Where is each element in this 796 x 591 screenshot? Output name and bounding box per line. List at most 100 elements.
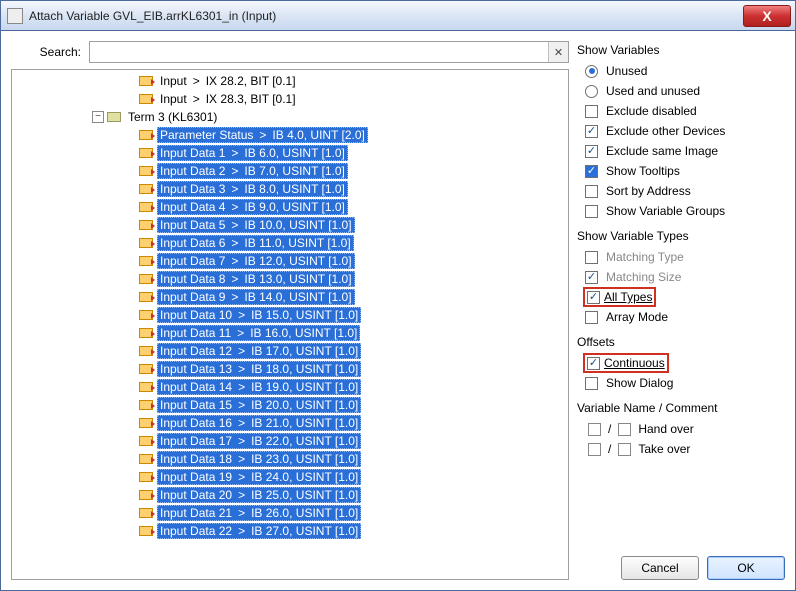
tree-item-label: Input Data 18>IB 23.0, USINT [1.0] — [157, 451, 361, 467]
search-input[interactable] — [90, 42, 548, 62]
variable-icon — [139, 274, 153, 284]
tree-item-label: Input Data 14>IB 19.0, USINT [1.0] — [157, 379, 361, 395]
tree-item-label: Input Data 6>IB 11.0, USINT [1.0] — [157, 235, 354, 251]
close-button[interactable]: X — [743, 5, 791, 27]
opt-take-over[interactable]: / Take over — [577, 439, 785, 459]
opt-unused[interactable]: Unused — [577, 61, 785, 81]
opt-sort-by-address[interactable]: Sort by Address — [577, 181, 785, 201]
tree-item-label: Input Data 8>IB 13.0, USINT [1.0] — [157, 271, 355, 287]
variable-icon — [139, 202, 153, 212]
redbox-highlight: Continuous — [583, 353, 669, 373]
tree-item-label: Input Data 15>IB 20.0, USINT [1.0] — [157, 397, 361, 413]
tree-item[interactable]: Input Data 15>IB 20.0, USINT [1.0] — [12, 396, 568, 414]
tree-item[interactable]: Input Data 13>IB 18.0, USINT [1.0] — [12, 360, 568, 378]
dialog-body: Search: ✕ Input>IX 28.2, BIT [0.1]Input>… — [1, 31, 795, 590]
search-input-wrap: ✕ — [89, 41, 569, 63]
variable-icon — [139, 310, 153, 320]
tree-item-label: Input>IX 28.2, BIT [0.1] — [157, 74, 299, 88]
tree-item[interactable]: Input Data 18>IB 23.0, USINT [1.0] — [12, 450, 568, 468]
tree-item-label: Input Data 3>IB 8.0, USINT [1.0] — [157, 181, 348, 197]
tree-item[interactable]: Input Data 11>IB 16.0, USINT [1.0] — [12, 324, 568, 342]
opt-matching-size: Matching Size — [577, 267, 785, 287]
tree-item[interactable]: Input Data 10>IB 15.0, USINT [1.0] — [12, 306, 568, 324]
tree-item[interactable]: Input Data 22>IB 27.0, USINT [1.0] — [12, 522, 568, 540]
tree-item-label: Input Data 12>IB 17.0, USINT [1.0] — [157, 343, 361, 359]
tree-item[interactable]: Input>IX 28.3, BIT [0.1] — [12, 90, 568, 108]
tree-item[interactable]: Input Data 5>IB 10.0, USINT [1.0] — [12, 216, 568, 234]
checkbox-icon — [618, 443, 631, 456]
expander-icon[interactable]: − — [92, 111, 104, 123]
variable-icon — [139, 94, 153, 104]
variable-icon — [139, 400, 153, 410]
opt-continuous[interactable]: Continuous — [577, 353, 785, 373]
opt-hand-over[interactable]: / Hand over — [577, 419, 785, 439]
checkbox-icon — [585, 125, 598, 138]
ok-button[interactable]: OK — [707, 556, 785, 580]
opt-exclude-other-devices[interactable]: Exclude other Devices — [577, 121, 785, 141]
window-title: Attach Variable GVL_EIB.arrKL6301_in (In… — [29, 9, 743, 23]
offsets-title: Offsets — [577, 335, 785, 349]
opt-show-variable-groups[interactable]: Show Variable Groups — [577, 201, 785, 221]
checkbox-icon — [585, 377, 598, 390]
opt-show-tooltips[interactable]: Show Tooltips — [577, 161, 785, 181]
checkbox-icon — [588, 443, 601, 456]
tree-item-label: Input Data 20>IB 25.0, USINT [1.0] — [157, 487, 361, 503]
tree-item[interactable]: Input Data 6>IB 11.0, USINT [1.0] — [12, 234, 568, 252]
opt-used-unused[interactable]: Used and unused — [577, 81, 785, 101]
checkbox-icon — [585, 165, 598, 178]
tree-item-label: Input Data 5>IB 10.0, USINT [1.0] — [157, 217, 355, 233]
tree-item[interactable]: Input Data 1>IB 6.0, USINT [1.0] — [12, 144, 568, 162]
tree-item[interactable]: Input Data 14>IB 19.0, USINT [1.0] — [12, 378, 568, 396]
tree-item-label: Input Data 4>IB 9.0, USINT [1.0] — [157, 199, 348, 215]
button-row: Cancel OK — [577, 548, 785, 580]
tree-item-label: Input Data 1>IB 6.0, USINT [1.0] — [157, 145, 348, 161]
variable-icon — [139, 526, 153, 536]
opt-exclude-disabled[interactable]: Exclude disabled — [577, 101, 785, 121]
variable-icon — [139, 508, 153, 518]
titlebar: Attach Variable GVL_EIB.arrKL6301_in (In… — [1, 1, 795, 31]
opt-all-types[interactable]: All Types — [577, 287, 785, 307]
checkbox-icon — [585, 105, 598, 118]
tree-item[interactable]: Input Data 21>IB 26.0, USINT [1.0] — [12, 504, 568, 522]
tree-item[interactable]: Input Data 4>IB 9.0, USINT [1.0] — [12, 198, 568, 216]
right-pane: Show Variables Unused Used and unused Ex… — [577, 41, 785, 580]
tree-item[interactable]: Input Data 3>IB 8.0, USINT [1.0] — [12, 180, 568, 198]
search-clear-button[interactable]: ✕ — [548, 42, 568, 62]
checkbox-icon — [588, 423, 601, 436]
tree-item[interactable]: Input Data 16>IB 21.0, USINT [1.0] — [12, 414, 568, 432]
search-label: Search: — [11, 45, 81, 59]
variable-icon — [139, 220, 153, 230]
tree-item[interactable]: Input Data 12>IB 17.0, USINT [1.0] — [12, 342, 568, 360]
variable-icon — [139, 382, 153, 392]
tree-item[interactable]: Input Data 19>IB 24.0, USINT [1.0] — [12, 468, 568, 486]
tree-item-label: Input>IX 28.3, BIT [0.1] — [157, 92, 299, 106]
tree-item[interactable]: Input Data 9>IB 14.0, USINT [1.0] — [12, 288, 568, 306]
cancel-button[interactable]: Cancel — [621, 556, 699, 580]
tree-item[interactable]: Input Data 8>IB 13.0, USINT [1.0] — [12, 270, 568, 288]
tree-item-label: Input Data 13>IB 18.0, USINT [1.0] — [157, 361, 361, 377]
tree-item[interactable]: Input Data 2>IB 7.0, USINT [1.0] — [12, 162, 568, 180]
variable-icon — [139, 292, 153, 302]
tree-item-label: Input Data 21>IB 26.0, USINT [1.0] — [157, 505, 361, 521]
left-pane: Search: ✕ Input>IX 28.2, BIT [0.1]Input>… — [11, 41, 569, 580]
variable-icon — [139, 328, 153, 338]
tree-item-label: Input Data 19>IB 24.0, USINT [1.0] — [157, 469, 361, 485]
tree-item[interactable]: Input Data 17>IB 22.0, USINT [1.0] — [12, 432, 568, 450]
checkbox-icon — [587, 291, 600, 304]
variable-icon — [139, 472, 153, 482]
variable-icon — [139, 418, 153, 428]
tree-node-term3[interactable]: −Term 3 (KL6301) — [12, 108, 568, 126]
tree-item-label: Input Data 9>IB 14.0, USINT [1.0] — [157, 289, 355, 305]
opt-exclude-same-image[interactable]: Exclude same Image — [577, 141, 785, 161]
checkbox-icon — [585, 251, 598, 264]
tree-item[interactable]: Input Data 7>IB 12.0, USINT [1.0] — [12, 252, 568, 270]
tree-item[interactable]: Parameter Status>IB 4.0, UINT [2.0] — [12, 126, 568, 144]
variable-icon — [139, 130, 153, 140]
tree-item[interactable]: Input Data 20>IB 25.0, USINT [1.0] — [12, 486, 568, 504]
tree-item[interactable]: Input>IX 28.2, BIT [0.1] — [12, 72, 568, 90]
variable-icon — [139, 364, 153, 374]
variable-tree[interactable]: Input>IX 28.2, BIT [0.1] Input>IX 28.3, B… — [11, 69, 569, 580]
opt-show-dialog[interactable]: Show Dialog — [577, 373, 785, 393]
variable-icon — [139, 76, 153, 86]
opt-array-mode[interactable]: Array Mode — [577, 307, 785, 327]
